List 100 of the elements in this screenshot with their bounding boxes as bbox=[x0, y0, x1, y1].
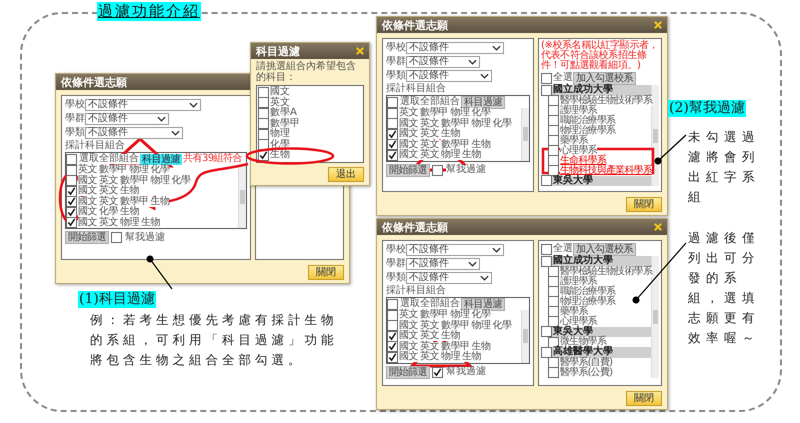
caption-text: 例：若考生想優先考慮有採計生物的系組，可利用「科目過濾」功能將包含生物之組合全部勾選。 bbox=[90, 311, 338, 369]
checkbox[interactable] bbox=[541, 346, 552, 358]
department-label: 物理治療學系 bbox=[560, 296, 616, 306]
department-label: 心理學系 bbox=[560, 146, 597, 156]
checkbox[interactable] bbox=[548, 367, 559, 378]
checkbox[interactable] bbox=[541, 326, 552, 338]
option-label: 幫我過濾 bbox=[446, 367, 486, 377]
scrollbar[interactable] bbox=[238, 165, 246, 228]
checkbox[interactable] bbox=[387, 310, 398, 321]
checkbox[interactable] bbox=[66, 206, 77, 218]
close-button[interactable]: 關閉 bbox=[626, 391, 662, 406]
checkbox[interactable] bbox=[548, 125, 559, 136]
subject-label: 數學甲 bbox=[270, 118, 300, 129]
checkbox[interactable] bbox=[258, 86, 269, 98]
checkbox[interactable] bbox=[66, 175, 77, 186]
add-selected-button[interactable]: 加入勾選校系 bbox=[573, 72, 636, 84]
checkbox[interactable] bbox=[387, 352, 398, 363]
exit-button[interactable]: 退出 bbox=[328, 166, 364, 182]
checkbox[interactable] bbox=[548, 135, 559, 146]
checkbox[interactable] bbox=[387, 128, 398, 140]
checkbox[interactable] bbox=[432, 366, 443, 378]
checkbox[interactable] bbox=[387, 139, 398, 150]
checkbox[interactable] bbox=[548, 296, 559, 307]
checkbox[interactable] bbox=[541, 244, 552, 254]
checkbox[interactable] bbox=[548, 316, 559, 327]
checkbox[interactable] bbox=[548, 145, 559, 156]
university-row[interactable]: 高雄醫學大學 bbox=[541, 347, 651, 358]
checkbox[interactable] bbox=[258, 128, 269, 140]
scrollbar[interactable] bbox=[651, 256, 659, 378]
dropdown[interactable]: 不設條件 bbox=[406, 258, 480, 270]
checkbox[interactable] bbox=[66, 186, 77, 197]
checkbox[interactable] bbox=[548, 306, 559, 317]
checkbox[interactable] bbox=[258, 139, 269, 150]
subject-label: 英文 bbox=[270, 98, 290, 108]
option-label: 選取全部組合 bbox=[400, 299, 460, 309]
scrollbar[interactable] bbox=[521, 108, 529, 160]
option-label: 選取全部組合 bbox=[400, 97, 460, 107]
close-icon[interactable] bbox=[654, 223, 662, 231]
checkbox[interactable] bbox=[387, 298, 398, 310]
start-filter-button[interactable]: 開始篩選 bbox=[386, 164, 430, 176]
combination-label: 國文 英文 生物 bbox=[399, 129, 460, 140]
checkbox[interactable] bbox=[111, 232, 122, 243]
checkbox[interactable] bbox=[548, 155, 559, 166]
department-label[interactable]: 生命科學系 bbox=[560, 156, 606, 166]
start-filter-button[interactable]: 開始篩選 bbox=[386, 366, 430, 378]
checkbox[interactable] bbox=[548, 105, 559, 116]
add-selected-button[interactable]: 加入勾選校系 bbox=[573, 242, 636, 256]
checkbox[interactable] bbox=[541, 256, 552, 267]
checkbox[interactable] bbox=[548, 286, 559, 297]
checkbox[interactable] bbox=[387, 118, 398, 130]
university-row[interactable]: 東吳大學 bbox=[541, 176, 651, 186]
dropdown[interactable]: 不設條件 bbox=[406, 56, 480, 68]
field-label: 學群 bbox=[65, 114, 85, 124]
dropdown[interactable]: 不設條件 bbox=[85, 127, 183, 139]
subject-filter-button[interactable]: 科目過濾 bbox=[140, 154, 182, 164]
dropdown[interactable]: 不設條件 bbox=[85, 99, 201, 111]
subject-filter-button[interactable]: 科目過濾 bbox=[461, 96, 505, 108]
university-row[interactable]: 東吳大學 bbox=[541, 326, 651, 337]
dropdown[interactable]: 不設條件 bbox=[85, 113, 169, 125]
university-row[interactable]: 國立成功大學 bbox=[541, 85, 651, 96]
university-row[interactable]: 國立成功大學 bbox=[541, 256, 651, 266]
checkbox[interactable] bbox=[387, 330, 398, 342]
close-button[interactable]: 關閉 bbox=[308, 265, 344, 280]
checkbox[interactable] bbox=[548, 266, 559, 277]
checkbox[interactable] bbox=[258, 108, 269, 119]
checkbox[interactable] bbox=[387, 341, 398, 352]
checkbox[interactable] bbox=[541, 72, 552, 84]
close-button[interactable]: 關閉 bbox=[626, 197, 662, 212]
checkbox[interactable] bbox=[387, 320, 398, 332]
dropdown[interactable]: 不設條件 bbox=[406, 244, 504, 256]
checkbox[interactable] bbox=[387, 150, 398, 161]
checkbox[interactable] bbox=[66, 164, 77, 176]
checkbox[interactable] bbox=[258, 118, 269, 130]
checkbox[interactable] bbox=[66, 154, 77, 164]
checkbox[interactable] bbox=[432, 164, 443, 176]
checkbox[interactable] bbox=[541, 175, 552, 186]
checkbox[interactable] bbox=[548, 95, 559, 106]
checkbox[interactable] bbox=[548, 115, 559, 126]
checkbox[interactable] bbox=[258, 97, 269, 108]
dropdown[interactable]: 不設條件 bbox=[406, 70, 492, 82]
dropdown[interactable]: 不設條件 bbox=[406, 42, 504, 54]
checkbox[interactable] bbox=[548, 276, 559, 287]
option-label: 全選 bbox=[553, 73, 573, 83]
close-icon[interactable] bbox=[356, 47, 364, 55]
checkbox[interactable] bbox=[387, 108, 398, 119]
field-label: 學群 bbox=[386, 57, 406, 67]
scrollbar[interactable] bbox=[521, 310, 529, 362]
subject-filter-button[interactable]: 科目過濾 bbox=[461, 298, 505, 310]
checkbox[interactable] bbox=[66, 196, 77, 208]
checkbox[interactable] bbox=[548, 165, 559, 176]
checkbox[interactable] bbox=[541, 84, 552, 96]
combination-label: 國文 英文 物理 生物 bbox=[399, 352, 481, 362]
start-filter-button[interactable]: 開始篩選 bbox=[65, 231, 109, 244]
option-label: 幫我過濾 bbox=[125, 232, 165, 242]
leader-line bbox=[654, 134, 686, 164]
checkbox[interactable] bbox=[387, 96, 398, 108]
checkbox[interactable] bbox=[548, 357, 559, 368]
checkbox[interactable] bbox=[66, 217, 77, 228]
dropdown[interactable]: 不設條件 bbox=[406, 272, 492, 284]
close-icon[interactable] bbox=[654, 21, 662, 29]
